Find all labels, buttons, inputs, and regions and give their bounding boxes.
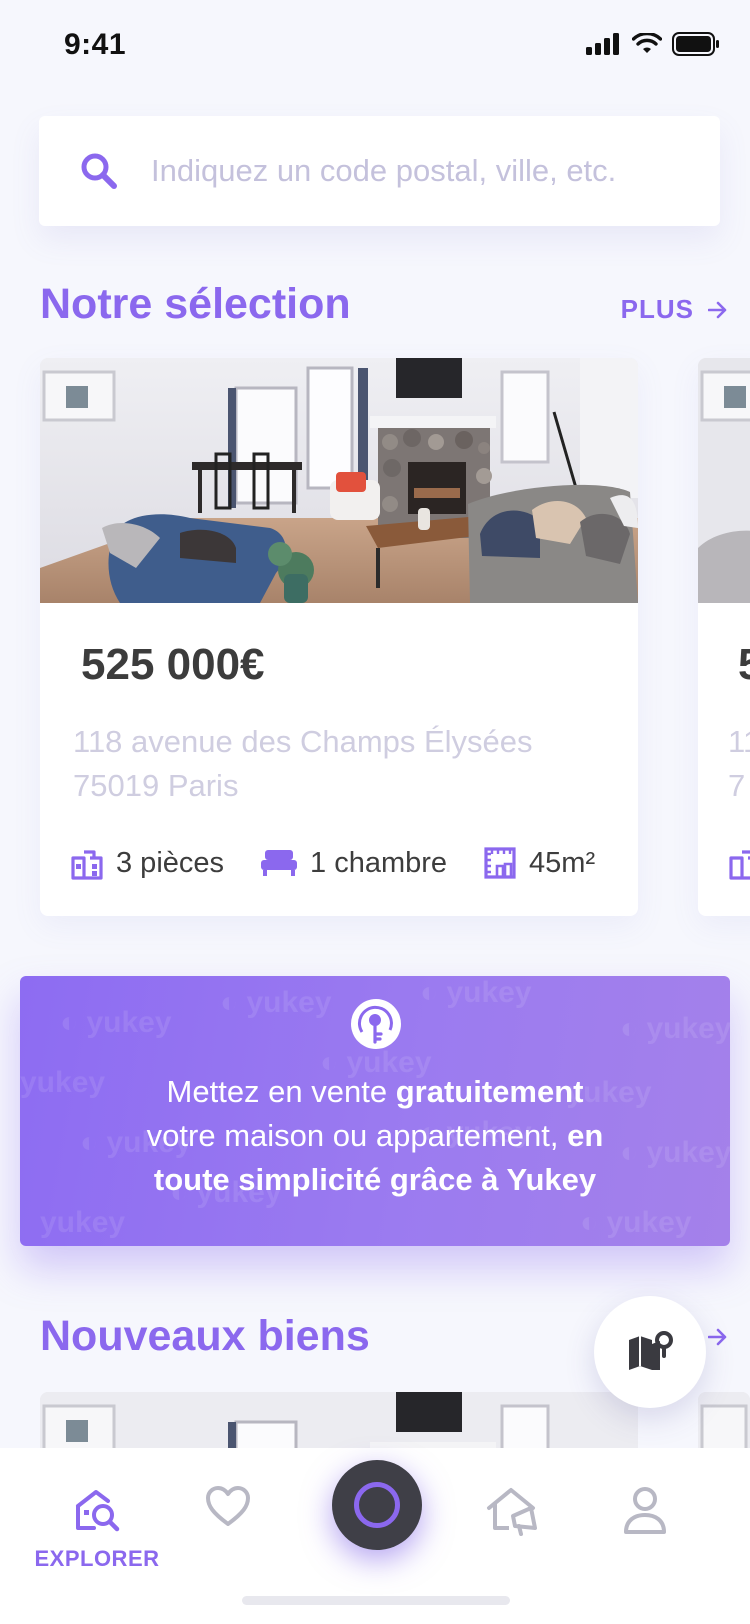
listing-card[interactable] <box>40 1392 638 1452</box>
search-input[interactable]: Indiquez un code postal, ville, etc. <box>39 116 720 226</box>
listing-card[interactable] <box>698 1392 750 1452</box>
address-line-1: 11 <box>728 724 750 759</box>
arrow-right-icon <box>708 1328 727 1346</box>
promo-bold-1: gratuitement <box>395 1074 584 1109</box>
listing-features <box>728 846 750 880</box>
watermark-logo: ◐ yukey <box>220 986 332 1019</box>
ring-icon <box>354 1482 400 1528</box>
area-label: 45m² <box>529 846 596 879</box>
listing-card[interactable]: 5 11 7 <box>698 358 750 916</box>
address-line-2: 7 <box>728 768 746 803</box>
tab-favorites[interactable] <box>173 1486 283 1528</box>
promo-text-2: votre maison ou appartement, <box>146 1118 568 1153</box>
bedrooms-label: 1 chambre <box>310 846 448 879</box>
area-icon <box>484 847 516 879</box>
map-button[interactable] <box>594 1296 706 1408</box>
promo-text: Mettez en vente gratuitement votre maiso… <box>20 1070 730 1202</box>
section-title-selection: Notre sélection <box>40 280 351 328</box>
living-room-photo <box>40 358 638 603</box>
living-room-photo <box>698 358 750 603</box>
status-bar: 9:41 <box>0 0 750 90</box>
listing-photo <box>40 358 638 603</box>
listing-card[interactable]: 525 000€ 118 avenue des Champs Élysées 7… <box>40 358 638 916</box>
tab-explorer-label: EXPLORER <box>34 1546 160 1571</box>
promo-bold-3: toute simplicité grâce à Yukey <box>153 1162 597 1197</box>
watermark-logo: ◐ yukey <box>620 1012 730 1045</box>
yukey-key-icon <box>351 999 401 1049</box>
home-indicator <box>242 1596 510 1605</box>
home-megaphone-icon <box>487 1488 537 1536</box>
listing-features: 3 pièces 1 chambre 45m² <box>70 846 631 880</box>
tab-sell[interactable] <box>458 1486 568 1536</box>
promo-text-1: Mettez en vente <box>166 1074 396 1109</box>
feature-bedrooms: 1 chambre <box>260 847 447 880</box>
watermark-logo: ◐ yukey <box>420 976 532 1009</box>
listing-price: 5 <box>738 640 750 690</box>
battery-icon <box>672 32 719 56</box>
promo-bold-2: en <box>567 1118 604 1153</box>
listing-address: 11 7 <box>728 720 750 808</box>
tab-profile[interactable] <box>590 1486 700 1534</box>
watermark-logo: yukey <box>40 1206 126 1239</box>
promo-banner[interactable]: ◐ yukey ◐ yukey ◐ yukey ◐ yukey yukey ◐ … <box>20 976 730 1246</box>
address-line-2: 75019 Paris <box>73 768 239 803</box>
status-icons <box>586 32 720 56</box>
feature-area: 45m² <box>483 846 595 880</box>
watermark-logo: ◐ yukey <box>580 1206 692 1239</box>
tab-center-button[interactable] <box>332 1460 422 1550</box>
section-title-new-listings: Nouveaux biens <box>40 1312 370 1360</box>
living-room-photo <box>698 1392 750 1452</box>
signal-icon <box>586 33 619 55</box>
user-icon <box>624 1487 666 1534</box>
listing-address: 118 avenue des Champs Élysées 75019 Pari… <box>73 720 533 808</box>
search-home-icon <box>76 1490 120 1532</box>
search-icon <box>81 153 117 189</box>
status-time: 9:41 <box>64 28 127 61</box>
wifi-icon <box>632 33 662 53</box>
rooms-icon <box>71 850 103 880</box>
heart-icon <box>206 1486 250 1526</box>
arrow-right-icon <box>708 301 727 318</box>
bed-icon <box>261 850 298 876</box>
more-link[interactable] <box>708 1328 728 1346</box>
tab-explorer[interactable]: EXPLORER <box>34 1486 159 1572</box>
map-pin-icon <box>629 1331 673 1370</box>
listing-price: 525 000€ <box>81 640 265 689</box>
more-label: PLUS <box>620 294 694 324</box>
rooms-icon <box>729 850 750 880</box>
feature-rooms: 3 pièces <box>70 846 224 880</box>
search-placeholder: Indiquez un code postal, ville, etc. <box>151 153 617 188</box>
rooms-label: 3 pièces <box>116 846 225 879</box>
listing-photo <box>698 358 750 603</box>
address-line-1: 118 avenue des Champs Élysées <box>73 724 533 759</box>
more-link[interactable]: PLUS <box>621 294 728 325</box>
living-room-photo <box>40 1392 638 1452</box>
watermark-logo: ◐ yukey <box>60 1006 172 1039</box>
